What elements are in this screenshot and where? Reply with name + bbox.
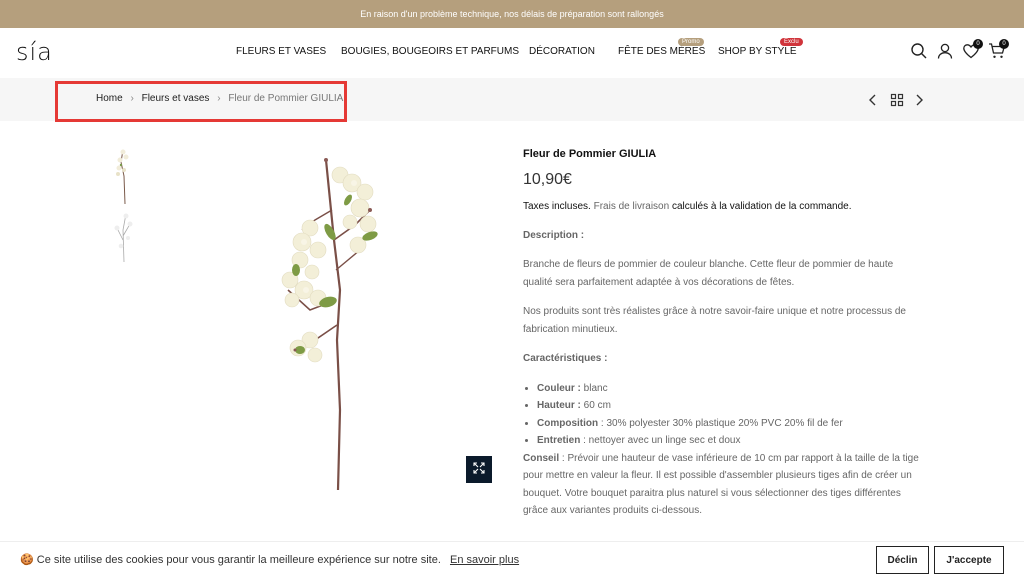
nav-bougies[interactable]: BOUGIES, BOUGEOIRS ET PARFUMS: [341, 46, 519, 57]
specs-list: Couleur : blanc Hauteur : 60 cm Composit…: [523, 380, 923, 450]
nav-shop-by-style[interactable]: SHOP BY STYLE Exclu: [718, 38, 803, 57]
announcement-text: En raison d'un problème technique, nos d…: [360, 9, 664, 19]
nav-decoration[interactable]: DÉCORATION: [529, 46, 595, 57]
description-paragraph: Branche de fleurs de pommier de couleur …: [523, 259, 894, 288]
spec-value: : nettoyer avec un linge sec et doux: [580, 435, 741, 446]
wishlist-icon[interactable]: 0: [962, 39, 983, 60]
chevron-left-icon[interactable]: [866, 93, 884, 111]
product-title: Fleur de Pommier GIULIA: [523, 148, 657, 160]
tax-prefix: Taxes incluses.: [523, 201, 591, 212]
cookie-text: Ce site utilise des cookies pour vous ga…: [36, 554, 441, 566]
grid-icon[interactable]: [890, 93, 908, 111]
product-price: 10,90€: [523, 170, 572, 188]
spec-key: Entretien: [537, 435, 581, 446]
spec-item: Couleur : blanc: [537, 380, 923, 398]
spec-value: blanc: [580, 382, 608, 394]
cart-icon[interactable]: 0: [988, 39, 1009, 60]
announcement-bar: En raison d'un problème technique, nos d…: [0, 0, 1024, 28]
nav-fleurs-et-vases[interactable]: FLEURS ET VASES: [236, 46, 326, 57]
chevron-right-icon[interactable]: [912, 93, 930, 111]
spec-item: Composition : 30% polyester 30% plastiqu…: [537, 415, 923, 433]
spec-item: Entretien : nettoyer avec un linge sec e…: [537, 432, 923, 450]
cookie-banner: 🍪 Ce site utilise des cookies pour vous …: [0, 541, 1024, 579]
shipping-link[interactable]: Frais de livraison: [594, 201, 670, 212]
site-header: sía FLEURS ET VASES BOUGIES, BOUGEOIRS E…: [0, 28, 1024, 78]
tax-note: Taxes incluses. Frais de livraison calcu…: [523, 198, 923, 216]
expand-icon: [473, 461, 485, 479]
nav-shop-by-style-label: SHOP BY STYLE: [718, 46, 797, 57]
description-paragraph: Nos produits sont très réalistes grâce à…: [523, 306, 906, 335]
promo-badge: Promo: [678, 38, 704, 46]
breadcrumb-highlight-box: [55, 81, 347, 122]
search-icon[interactable]: [910, 42, 928, 60]
cookie-icon: 🍪: [20, 554, 34, 566]
spec-key: Composition: [537, 417, 599, 429]
spec-value: : 30% polyester 30% plastique 20% PVC 20…: [598, 417, 843, 429]
conseil-paragraph: Conseil : Prévoir une hauteur de vase in…: [523, 450, 923, 520]
specs-heading: Caractéristiques :: [523, 353, 608, 364]
nav-fete-des-meres[interactable]: FÊTE DES MÈRES Promo: [618, 38, 706, 57]
conseil-text: : Prévoir une hauteur de vase inférieure…: [523, 452, 919, 517]
site-logo[interactable]: sía: [16, 38, 53, 66]
cart-count: 0: [999, 39, 1009, 49]
product-info: Fleur de Pommier GIULIA 10,90€ Taxes inc…: [523, 146, 923, 520]
spec-key: Hauteur :: [537, 400, 581, 411]
description-heading: Description :: [523, 229, 585, 241]
cookie-decline-button[interactable]: Déclin: [876, 546, 929, 574]
spec-item: Hauteur : 60 cm: [537, 397, 923, 415]
nav-fete-des-meres-label: FÊTE DES MÈRES: [618, 46, 706, 57]
wishlist-count: 0: [973, 39, 983, 49]
cookie-message: 🍪 Ce site utilise des cookies pour vous …: [20, 553, 519, 566]
spec-value: 60 cm: [580, 400, 611, 411]
cookie-accept-button[interactable]: J'accepte: [934, 546, 1004, 574]
account-icon[interactable]: [936, 42, 954, 60]
conseil-key: Conseil: [523, 452, 560, 464]
spec-key: Couleur :: [537, 382, 581, 394]
product-thumbnail[interactable]: [108, 146, 138, 206]
product-main-image[interactable]: [270, 150, 410, 495]
cookie-learn-more-link[interactable]: En savoir plus: [450, 554, 519, 566]
tax-suffix: calculés à la validation de la commande.: [671, 201, 852, 212]
exclu-badge: Exclu: [780, 38, 803, 46]
zoom-button[interactable]: [466, 456, 492, 483]
product-thumbnail[interactable]: [112, 210, 136, 264]
